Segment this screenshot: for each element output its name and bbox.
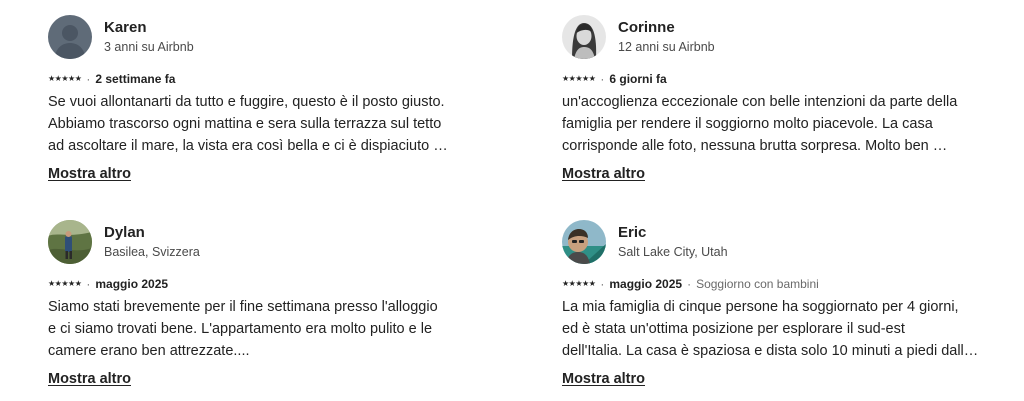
review-date: maggio 2025 [609,277,683,291]
meta-separator: · [687,277,692,291]
review-header: Corinne 12 anni su Airbnb [562,15,992,59]
avatar[interactable] [562,220,606,264]
user-photo-icon [562,220,606,264]
review-text-line: La mia famiglia di cinque persone ha sog… [562,299,959,315]
reviewer-subtitle: 3 anni su Airbnb [104,40,194,54]
reviewer-name: Corinne [618,19,675,36]
meta-separator: · [86,72,91,86]
reviewer-subtitle: 12 anni su Airbnb [618,40,715,54]
review-header: Dylan Basilea, Svizzera [48,220,478,264]
avatar[interactable] [48,15,92,59]
review-meta: ★★★★★ · maggio 2025 · Soggiorno con bamb… [562,275,992,293]
review-date: 2 settimane fa [95,72,176,86]
show-more-link[interactable]: Mostra altro [562,371,645,387]
show-more-link[interactable]: Mostra altro [562,166,645,182]
review-text: un'accoglienza eccezionale con belle int… [562,91,992,157]
review-text-line: corrisponde alle foto, nessuna brutta so… [562,138,948,154]
review-meta: ★★★★★ · 6 giorni fa [562,70,992,88]
show-more-link[interactable]: Mostra altro [48,371,131,387]
reviews-grid: Karen 3 anni su Airbnb ★★★★★ · 2 settima… [0,0,1024,401]
user-photo-icon [48,220,92,264]
review-text-line: ad ascoltare il mare, la vista era così … [48,138,448,154]
review-date: maggio 2025 [95,277,169,291]
star-rating-icon: ★★★★★ [562,73,596,83]
review-card: Karen 3 anni su Airbnb ★★★★★ · 2 settima… [48,15,478,183]
review-text-line: ed è stata un'ottima posizione per esplo… [562,321,905,337]
meta-separator: · [600,277,605,291]
review-header: Karen 3 anni su Airbnb [48,15,478,59]
review-text-line: Siamo stati brevemente per il fine setti… [48,299,438,315]
review-text-line: un'accoglienza eccezionale con belle int… [562,94,958,110]
avatar[interactable] [48,220,92,264]
default-avatar-icon [48,15,92,59]
review-meta: ★★★★★ · 2 settimane fa [48,70,478,88]
stay-type: Soggiorno con bambini [696,277,819,291]
review-date: 6 giorni fa [609,72,667,86]
avatar[interactable] [562,15,606,59]
review-text-line: e ci siamo trovati bene. L'appartamento … [48,321,433,337]
review-card: Corinne 12 anni su Airbnb ★★★★★ · 6 gior… [562,15,992,183]
reviewer-name: Eric [618,224,647,241]
review-text-line: dell'Italia. La casa è spaziosa e dista … [562,343,979,359]
star-rating-icon: ★★★★★ [562,278,596,288]
review-text: Siamo stati brevemente per il fine setti… [48,296,478,362]
review-text: Se vuoi allontanarti da tutto e fuggire,… [48,91,478,157]
reviewer-subtitle: Basilea, Svizzera [104,245,200,259]
meta-separator: · [86,277,91,291]
star-rating-icon: ★★★★★ [48,278,82,288]
review-card: Eric Salt Lake City, Utah ★★★★★ · maggio… [562,220,992,388]
star-rating-icon: ★★★★★ [48,73,82,83]
review-text-line: camere erano ben attrezzate.... [48,343,250,359]
review-text-line: Abbiamo trascorso ogni mattina e sera su… [48,116,442,132]
review-header: Eric Salt Lake City, Utah [562,220,992,264]
review-text-line: famiglia per rendere il soggiorno molto … [562,116,933,132]
reviewer-name: Karen [104,19,147,36]
user-photo-icon [562,15,606,59]
review-text: La mia famiglia di cinque persone ha sog… [562,296,992,362]
review-text-line: Se vuoi allontanarti da tutto e fuggire,… [48,94,445,110]
review-card: Dylan Basilea, Svizzera ★★★★★ · maggio 2… [48,220,478,388]
reviewer-name: Dylan [104,224,145,241]
reviewer-subtitle: Salt Lake City, Utah [618,245,728,259]
review-meta: ★★★★★ · maggio 2025 [48,275,478,293]
meta-separator: · [600,72,605,86]
show-more-link[interactable]: Mostra altro [48,166,131,182]
